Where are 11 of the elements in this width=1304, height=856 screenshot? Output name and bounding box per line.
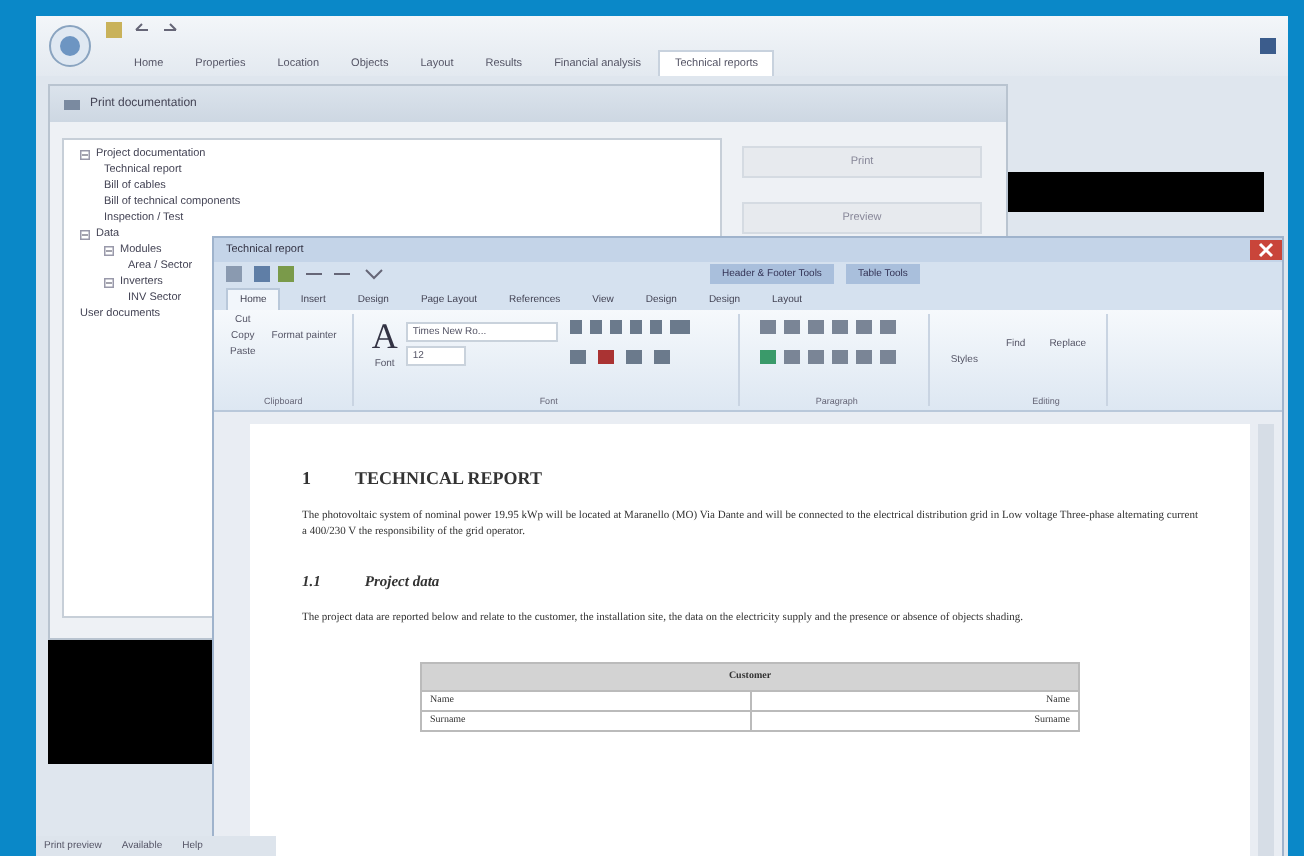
collapse-icon[interactable] xyxy=(104,245,114,255)
app-logo-icon[interactable] xyxy=(48,24,92,68)
collapse-icon[interactable] xyxy=(80,149,90,159)
heading-number: 1 xyxy=(302,468,311,488)
font-glyph: A xyxy=(371,318,398,354)
heading: TECHNICAL REPORT xyxy=(355,468,542,488)
close-button[interactable] xyxy=(1250,240,1282,260)
close-icon xyxy=(1258,242,1274,258)
collapse-icon[interactable] xyxy=(104,277,114,287)
save-icon[interactable] xyxy=(104,20,124,40)
collapse-icon[interactable] xyxy=(80,229,90,239)
